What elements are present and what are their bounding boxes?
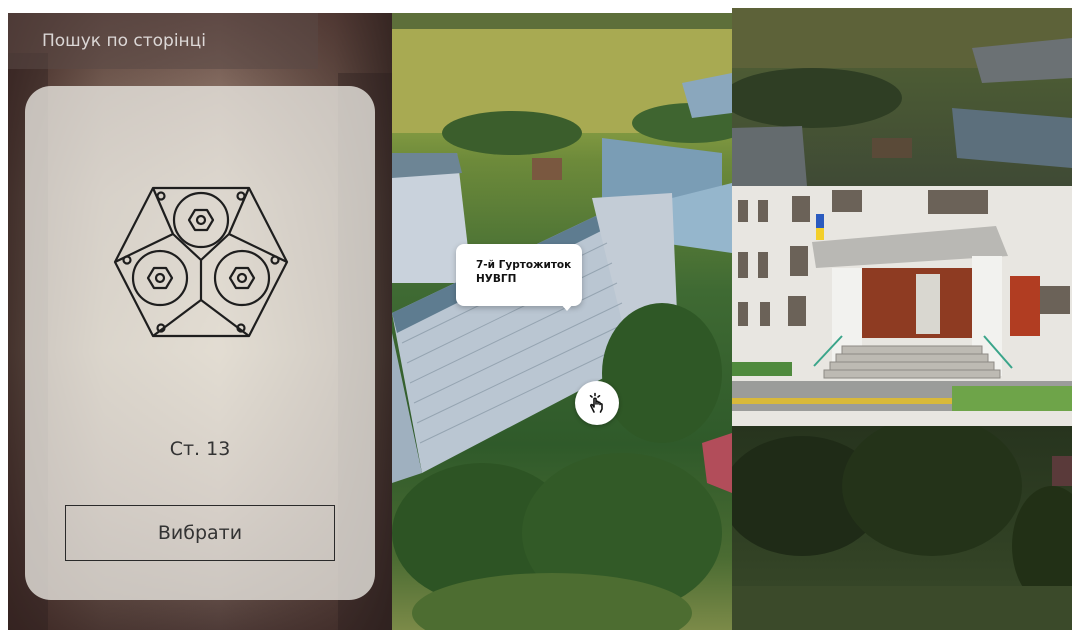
dormitory-entrance-scene <box>732 186 1072 426</box>
aerial-scene <box>392 13 732 630</box>
select-button[interactable]: Вибрати <box>65 505 335 561</box>
dormitory-entrance-photo <box>732 186 1072 426</box>
page-number-label: Ст. 13 <box>169 438 231 460</box>
tooltip-title: 7-й Гуртожиток <box>476 259 572 271</box>
search-bar <box>8 13 318 69</box>
page-selector-card: Ст. 13 Вибрати <box>25 86 375 600</box>
tap-hand-icon <box>589 392 603 413</box>
tooltip-subtitle: НУВГП <box>476 273 517 285</box>
search-input[interactable] <box>40 30 304 52</box>
hexagon-nut-logo-icon <box>113 186 289 338</box>
right-panel <box>732 8 1072 630</box>
location-tooltip[interactable]: 7-й Гуртожиток НУВГП <box>456 244 582 306</box>
campus-aerial-scene <box>732 8 1072 186</box>
trees-photo-dimmed <box>732 416 1072 630</box>
left-panel: Ст. 13 Вибрати <box>8 13 392 630</box>
trees-scene <box>732 416 1072 630</box>
aerial-photo: 7-й Гуртожиток НУВГП <box>392 13 732 630</box>
campus-aerial-dimmed <box>732 8 1072 186</box>
tap-hand-button[interactable] <box>575 381 619 425</box>
tooltip-pointer <box>560 303 574 311</box>
